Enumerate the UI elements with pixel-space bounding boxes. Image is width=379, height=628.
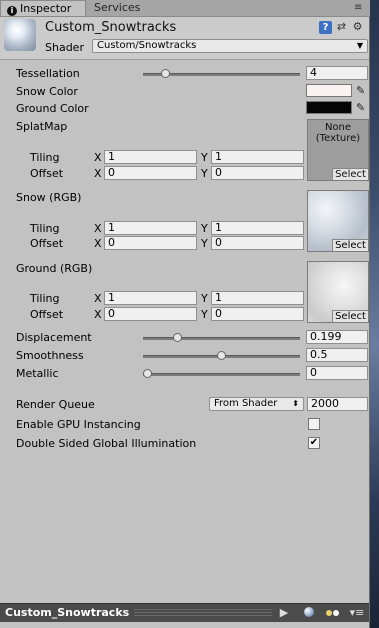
render-queue-label: Render Queue [16,398,95,411]
metallic-slider-thumb[interactable] [143,369,152,378]
smoothness-value-field[interactable]: 0.5 [306,348,368,362]
ground-color-swatch[interactable] [306,101,352,114]
displacement-label: Displacement [16,331,92,344]
eyedropper-icon[interactable]: ✎ [356,84,368,97]
ground-offset-x-field[interactable]: 0 [104,307,197,321]
chevron-down-icon: ▼ [356,41,363,50]
preview-sphere-icon[interactable] [302,606,316,620]
material-name: Custom_Snowtracks [45,20,177,35]
gpu-instancing-label: Enable GPU Instancing [16,418,141,431]
splatmap-select-button[interactable]: Select [332,168,368,180]
light-toggle-icon[interactable] [325,606,341,620]
snow-rgb-label: Snow (RGB) [16,191,82,204]
info-icon: i [7,6,17,16]
chevron-updown-icon: ⬍ [292,399,299,408]
axis-x-label: X [94,167,102,180]
axis-y-label: Y [201,237,208,250]
splatmap-texture-type-text: (Texture) [315,133,361,144]
eyedropper-icon[interactable]: ✎ [356,101,368,114]
snow-select-button[interactable]: Select [332,239,368,251]
metallic-value-field[interactable]: 0 [306,366,368,380]
ground-tiling-x-field[interactable]: 1 [104,291,197,305]
tab-inspector-label: Inspector [20,2,72,15]
splatmap-tiling-y-field[interactable]: 1 [211,150,304,164]
splatmap-offset-y-field[interactable]: 0 [211,166,304,180]
play-icon[interactable]: ▶ [278,606,290,620]
material-preview-thumbnail [4,19,36,51]
splatmap-tiling-x-field[interactable]: 1 [104,150,197,164]
smoothness-label: Smoothness [16,349,84,362]
double-sided-gi-label: Double Sided Global Illumination [16,437,197,450]
displacement-value-field[interactable]: 0.199 [306,330,368,344]
snow-texture-slot[interactable]: Select [307,190,369,252]
inspector-panel: i Inspector Services ≡ Custom_Snowtracks … [0,0,370,628]
metallic-label: Metallic [16,367,59,380]
render-queue-dropdown[interactable]: From Shader ⬍ [209,397,304,411]
ground-color-label: Ground Color [16,102,89,115]
tab-services[interactable]: Services [88,0,152,16]
tessellation-label: Tessellation [16,67,80,80]
splatmap-offset-label: Offset [30,167,64,180]
menu-icon[interactable]: ▾≡ [348,606,366,620]
snow-tiling-label: Tiling [30,222,60,235]
render-queue-dropdown-value: From Shader [214,398,278,409]
ground-tiling-y-field[interactable]: 1 [211,291,304,305]
axis-x-label: X [94,292,102,305]
double-sided-gi-checkbox[interactable]: ✔ [308,437,320,449]
axis-x-label: X [94,237,102,250]
ground-texture-slot[interactable]: Select [307,261,369,323]
snow-color-swatch[interactable] [306,84,352,97]
tab-inspector[interactable]: i Inspector [0,0,86,16]
snow-offset-y-field[interactable]: 0 [211,236,304,250]
axis-y-label: Y [201,222,208,235]
smoothness-slider-thumb[interactable] [217,351,226,360]
splatmap-texture-slot[interactable]: None (Texture) Select [307,119,369,181]
ground-offset-label: Offset [30,308,64,321]
tessellation-slider-thumb[interactable] [160,69,170,78]
shader-dropdown[interactable]: Custom/Snowtracks ▼ [92,39,368,53]
splatmap-label: SplatMap [16,120,68,133]
snow-color-label: Snow Color [16,85,78,98]
axis-y-label: Y [201,292,208,305]
tessellation-value-field[interactable]: 4 [306,66,368,80]
ground-tiling-label: Tiling [30,292,60,305]
snow-offset-label: Offset [30,237,64,250]
checkmark-icon: ✔ [309,437,319,448]
preview-drag-handle[interactable] [134,609,272,616]
snow-offset-x-field[interactable]: 0 [104,236,197,250]
axis-x-label: X [94,151,102,164]
metallic-slider-track[interactable] [143,373,300,376]
material-header: Custom_Snowtracks Shader Custom/Snowtrac… [0,17,369,60]
tab-services-label: Services [94,1,141,14]
axis-x-label: X [94,222,102,235]
shader-label: Shader [45,41,84,54]
axis-y-label: Y [201,308,208,321]
header-icons: ? ⇄ ⚙ [319,20,367,34]
ground-rgb-label: Ground (RGB) [16,262,93,275]
displacement-slider-track[interactable] [143,337,300,340]
splatmap-none-text: None [324,122,352,133]
gpu-instancing-checkbox[interactable] [308,418,320,430]
splatmap-tiling-label: Tiling [30,151,60,164]
help-icon[interactable]: ? [319,21,332,34]
ground-select-button[interactable]: Select [332,310,368,322]
axis-y-label: Y [201,167,208,180]
snow-tiling-y-field[interactable]: 1 [211,221,304,235]
ground-offset-y-field[interactable]: 0 [211,307,304,321]
axis-y-label: Y [201,151,208,164]
tab-bar: i Inspector Services ≡ [0,0,370,17]
preview-title: Custom_Snowtracks [5,606,130,619]
shader-dropdown-value: Custom/Snowtracks [97,40,197,51]
tab-menu-icon[interactable]: ≡ [354,2,362,13]
render-queue-value-field[interactable]: 2000 [307,397,368,411]
gear-icon[interactable]: ⚙ [351,20,364,33]
snow-tiling-x-field[interactable]: 1 [104,221,197,235]
preview-bar: Custom_Snowtracks ▶ ▾≡ [0,603,369,622]
axis-x-label: X [94,308,102,321]
displacement-slider-thumb[interactable] [172,333,182,342]
splatmap-offset-x-field[interactable]: 0 [104,166,197,180]
scene-background-strip [370,0,379,628]
preset-icon[interactable]: ⇄ [335,20,348,33]
